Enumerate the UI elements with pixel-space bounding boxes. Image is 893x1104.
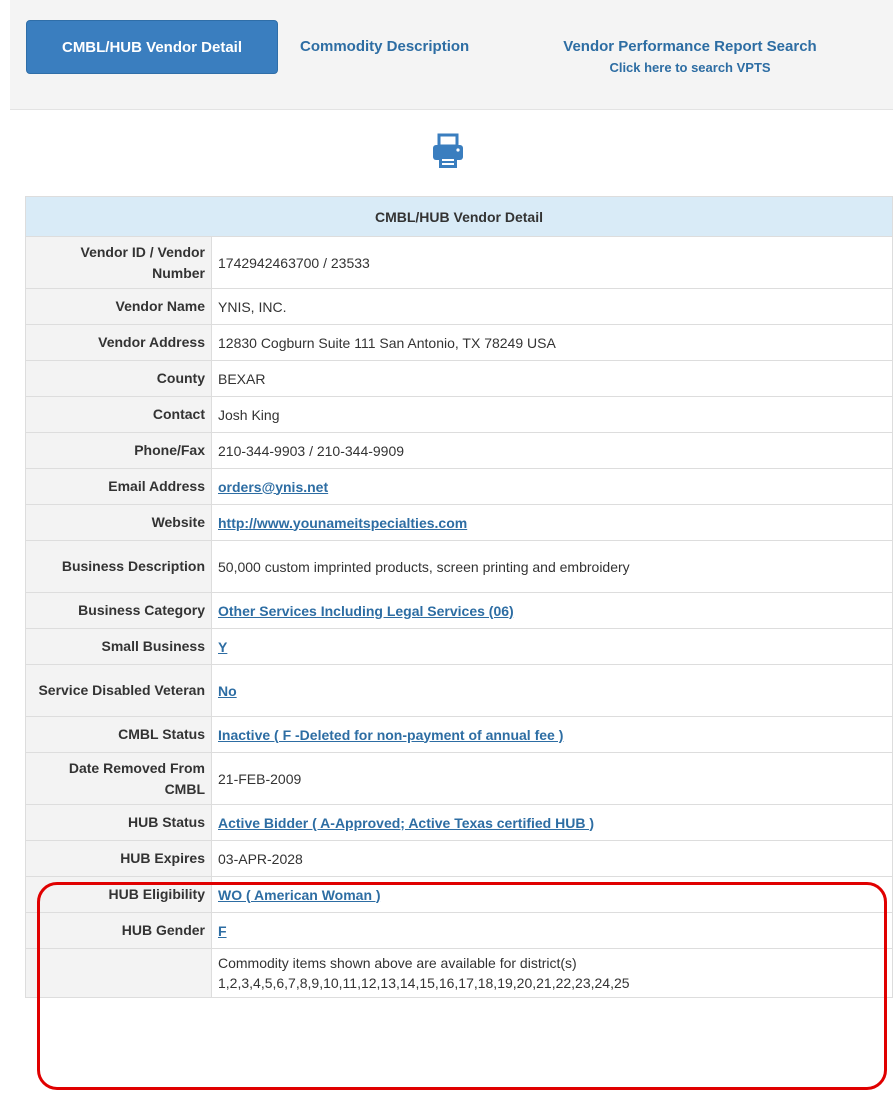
footer-label-cell <box>25 948 212 998</box>
row-label: CMBL Status <box>25 716 212 753</box>
table-row: County BEXAR <box>25 360 893 397</box>
table-row: Vendor Name YNIS, INC. <box>25 288 893 325</box>
table-row: Phone/Fax 210-344-9903 / 210-344-9909 <box>25 432 893 469</box>
table-row: Email Address orders@ynis.net <box>25 468 893 505</box>
row-label: Website <box>25 504 212 541</box>
row-value-cell: Active Bidder ( A-Approved; Active Texas… <box>211 804 893 841</box>
row-value: BEXAR <box>211 360 893 397</box>
row-value-link[interactable]: http://www.younameitspecialties.com <box>218 515 467 531</box>
table-title: CMBL/HUB Vendor Detail <box>25 196 893 237</box>
district-note: Commodity items shown above are availabl… <box>211 948 893 998</box>
row-value-link[interactable]: Y <box>218 639 227 655</box>
row-value-cell: WO ( American Woman ) <box>211 876 893 913</box>
row-value: 210-344-9903 / 210-344-9909 <box>211 432 893 469</box>
row-label: HUB Gender <box>25 912 212 949</box>
table-row: Vendor Address 12830 Cogburn Suite 111 Sa… <box>25 324 893 361</box>
row-label: Vendor Name <box>25 288 212 325</box>
row-label: County <box>25 360 212 397</box>
row-label: Phone/Fax <box>25 432 212 469</box>
row-label: Contact <box>25 396 212 433</box>
vendor-detail-tab[interactable]: CMBL/HUB Vendor Detail <box>26 20 278 74</box>
printer-icon[interactable] <box>431 132 465 170</box>
row-value-cell: Other Services Including Legal Services … <box>211 592 893 629</box>
row-value-cell: http://www.younameitspecialties.com <box>211 504 893 541</box>
row-label: Email Address <box>25 468 212 505</box>
row-value: YNIS, INC. <box>211 288 893 325</box>
row-value: 21-FEB-2009 <box>211 752 893 805</box>
row-value-cell: orders@ynis.net <box>211 468 893 505</box>
row-value-link[interactable]: Other Services Including Legal Services … <box>218 603 514 619</box>
table-row: Date Removed From CMBL 21-FEB-2009 <box>25 752 893 805</box>
table-row: Small Business Y <box>25 628 893 665</box>
table-row: HUB Status Active Bidder ( A-Approved; Ac… <box>25 804 893 841</box>
row-label: Business Category <box>25 592 212 629</box>
vendor-performance-search-link[interactable]: Vendor Performance Report Search <box>530 38 850 55</box>
row-value-link[interactable]: WO ( American Woman ) <box>218 887 381 903</box>
row-label: HUB Expires <box>25 840 212 877</box>
vendor-detail-table: CMBL/HUB Vendor Detail Vendor ID / Vendo… <box>25 196 893 998</box>
row-value: 1742942463700 / 23533 <box>211 236 893 289</box>
table-row: Contact Josh King <box>25 396 893 433</box>
table-row: Website http://www.younameitspecialties.c… <box>25 504 893 541</box>
row-value-link[interactable]: Inactive ( F -Deleted for non-payment of… <box>218 727 563 743</box>
table-row: Service Disabled Veteran No <box>25 664 893 717</box>
table-row: Business Category Other Services Includin… <box>25 592 893 629</box>
vendor-detail-rows: Vendor ID / Vendor Number 1742942463700 /… <box>25 236 893 949</box>
row-value-link[interactable]: orders@ynis.net <box>218 479 328 495</box>
row-value: Josh King <box>211 396 893 433</box>
row-label: Service Disabled Veteran <box>25 664 212 717</box>
table-row: CMBL Status Inactive ( F -Deleted for non… <box>25 716 893 753</box>
table-row: Vendor ID / Vendor Number 1742942463700 /… <box>25 236 893 289</box>
row-value-cell: Inactive ( F -Deleted for non-payment of… <box>211 716 893 753</box>
row-value-link[interactable]: No <box>218 683 237 699</box>
row-value-cell: F <box>211 912 893 949</box>
row-label: HUB Eligibility <box>25 876 212 913</box>
row-label: Business Description <box>25 540 212 593</box>
table-row: HUB Expires 03-APR-2028 <box>25 840 893 877</box>
row-value-link[interactable]: F <box>218 923 227 939</box>
row-value-cell: Y <box>211 628 893 665</box>
row-value-cell: No <box>211 664 893 717</box>
row-label: Vendor Address <box>25 324 212 361</box>
table-row: HUB Eligibility WO ( American Woman ) <box>25 876 893 913</box>
row-label: Date Removed From CMBL <box>25 752 212 805</box>
top-navigation: CMBL/HUB Vendor Detail Commodity Descrip… <box>10 0 893 110</box>
vpts-link-group: Vendor Performance Report Search Click h… <box>530 38 850 75</box>
row-value: 12830 Cogburn Suite 111 San Antonio, TX … <box>211 324 893 361</box>
table-row: Business Description 50,000 custom imprin… <box>25 540 893 593</box>
vpts-search-link[interactable]: Click here to search VPTS <box>530 60 850 75</box>
footer-row: Commodity items shown above are availabl… <box>25 948 893 998</box>
row-label: Small Business <box>25 628 212 665</box>
row-label: Vendor ID / Vendor Number <box>25 236 212 289</box>
commodity-description-link[interactable]: Commodity Description <box>300 38 469 55</box>
table-row: HUB Gender F <box>25 912 893 949</box>
row-value-link[interactable]: Active Bidder ( A-Approved; Active Texas… <box>218 815 594 831</box>
row-value: 50,000 custom imprinted products, screen… <box>211 540 893 593</box>
row-value: 03-APR-2028 <box>211 840 893 877</box>
row-label: HUB Status <box>25 804 212 841</box>
